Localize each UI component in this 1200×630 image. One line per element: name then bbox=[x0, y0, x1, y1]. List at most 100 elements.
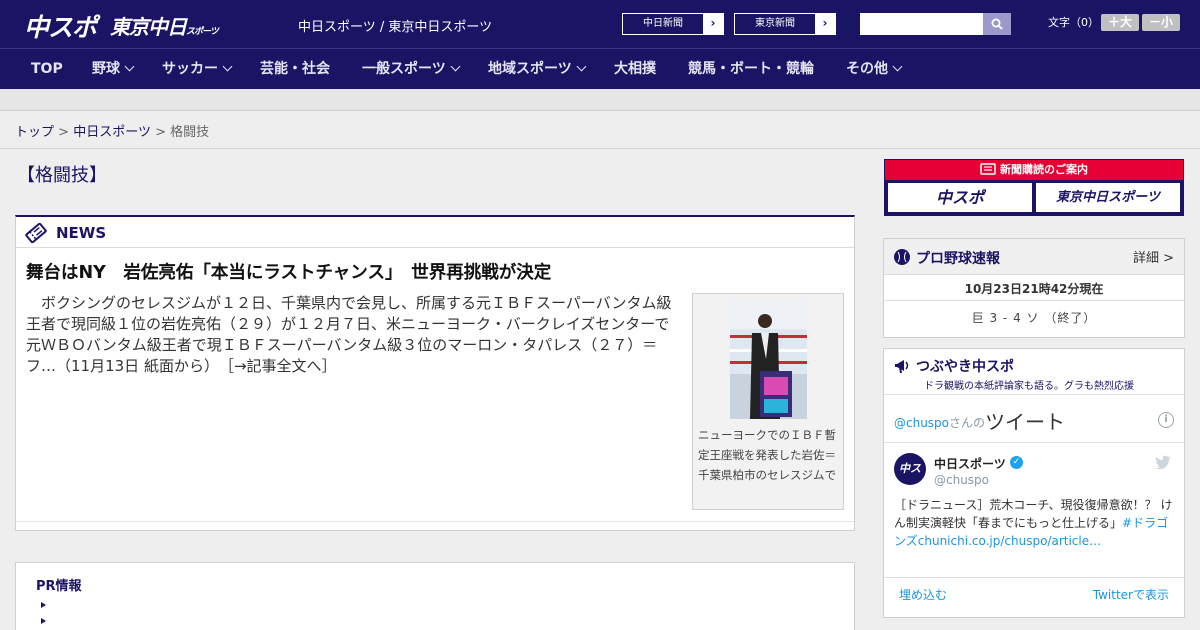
news-section: NEWS 舞台はNY 岩佐亮佑「本当にラストチャンス」 世界再挑戦が決定 ボクシ… bbox=[15, 215, 855, 531]
divider bbox=[884, 394, 1184, 395]
nav-label: 野球 bbox=[92, 61, 120, 77]
bullet-icon bbox=[41, 618, 46, 624]
twitter-account-user[interactable]: @chuspo bbox=[934, 473, 989, 487]
baseball-scores-box: プロ野球速報 詳細 > 10月23日21時42分現在 巨 3 - 4 ソ （終了… bbox=[883, 238, 1185, 338]
twitter-embed-link[interactable]: 埋め込む bbox=[899, 586, 947, 603]
nav-item-racing[interactable]: 競馬・ボート・競輪 bbox=[688, 49, 814, 89]
nav-label: 芸能・社会 bbox=[260, 61, 330, 77]
nav-item-other[interactable]: その他 bbox=[846, 49, 903, 89]
divider bbox=[0, 148, 1200, 149]
chevron-right-icon: › bbox=[815, 14, 835, 34]
nav-item-top[interactable]: TOP bbox=[31, 49, 63, 89]
tokyo-shimbun-label: 東京新聞 bbox=[755, 18, 795, 29]
divider bbox=[884, 577, 1184, 578]
sub-nav-bar bbox=[0, 89, 1200, 111]
nav-label: 大相撲 bbox=[614, 61, 656, 77]
twitter-box: つぶやき中スポ ドラ観戦の本紙評論家も語る。グラも熱烈応援 @chuspoさんの… bbox=[883, 348, 1185, 618]
chevron-down-icon bbox=[892, 61, 903, 72]
newspaper-icon bbox=[980, 163, 996, 175]
megaphone-icon bbox=[895, 360, 909, 373]
pr-title: PR情報 bbox=[36, 579, 82, 594]
nav-item-sumo[interactable]: 大相撲 bbox=[614, 49, 656, 89]
nav-label: 競馬・ボート・競輪 bbox=[688, 61, 814, 77]
avatar[interactable]: 中スポ bbox=[894, 453, 926, 507]
article-photo-box: ニューヨークでのＩＢＦ暫定王座戦を発表した岩佐＝千葉県柏市のセレスジムで bbox=[692, 293, 844, 510]
tweet-article-link[interactable]: chunichi.co.jp/chuspo/article… bbox=[918, 534, 1101, 548]
subscription-label: 新聞購読のご案内 bbox=[885, 160, 1183, 180]
bullet-icon bbox=[41, 602, 46, 608]
chevron-down-icon bbox=[222, 61, 233, 72]
tokyo-shimbun-link[interactable]: 東京新聞 › bbox=[734, 13, 836, 35]
nav-label: サッカー bbox=[162, 61, 218, 77]
breadcrumb-top[interactable]: トップ bbox=[15, 125, 54, 140]
twitter-view-link[interactable]: Twitterで表示 bbox=[1093, 586, 1169, 603]
baseball-timestamp: 10月23日21時42分現在 bbox=[964, 282, 1104, 296]
nav-item-baseball[interactable]: 野球 bbox=[92, 49, 135, 89]
nav-label: 地域スポーツ bbox=[488, 61, 572, 77]
breadcrumb-separator: > bbox=[155, 125, 166, 140]
twitter-handle-link[interactable]: @chuspo bbox=[894, 416, 949, 430]
breadcrumb-separator: > bbox=[58, 125, 70, 140]
chunichi-shimbun-link[interactable]: 中日新聞 › bbox=[622, 13, 724, 35]
search-icon bbox=[991, 18, 1003, 30]
tokyo-logo-main: 東京中日 bbox=[110, 15, 187, 39]
subscription-banner[interactable]: 新聞購読のご案内 中スポ 東京中日スポーツ bbox=[884, 159, 1184, 216]
site-header: 中スポ 東京中日スポーツ 中日スポーツ / 東京中日スポーツ 中日新聞 › 東京… bbox=[0, 0, 1200, 48]
article-headline[interactable]: 舞台はNY 岩佐亮佑「本当にラストチャンス」 世界再挑戦が決定 bbox=[26, 259, 551, 284]
nav-label: その他 bbox=[846, 61, 888, 77]
tokyo-chunichi-logo[interactable]: 東京中日スポーツ bbox=[110, 11, 219, 40]
chevron-down-icon bbox=[450, 61, 461, 72]
nav-item-general-sports[interactable]: 一般スポーツ bbox=[362, 49, 461, 89]
ticket-icon bbox=[25, 223, 47, 243]
boxer-photo-illustration bbox=[730, 299, 807, 419]
font-size-label: 文字（0） bbox=[1048, 16, 1099, 29]
news-section-title: NEWS bbox=[56, 224, 107, 242]
nav-item-entertainment[interactable]: 芸能・社会 bbox=[260, 49, 330, 89]
divider bbox=[884, 442, 1184, 443]
breadcrumb: トップ > 中日スポーツ > 格闘技 bbox=[15, 121, 209, 140]
tweet-text[interactable]: ［ドラニュース］荒木コーチ、現役復帰意欲！？ けん制実演軽快「春までにもっと仕上… bbox=[894, 496, 1176, 550]
chunichi-shimbun-label: 中日新聞 bbox=[643, 18, 683, 29]
article-photo[interactable] bbox=[730, 299, 807, 419]
divider bbox=[16, 521, 854, 522]
site-names: 中日スポーツ / 東京中日スポーツ bbox=[298, 20, 493, 35]
nav-item-local-sports[interactable]: 地域スポーツ bbox=[488, 49, 587, 89]
baseball-header: プロ野球速報 詳細 > bbox=[884, 239, 1184, 275]
verified-badge-icon: ✓ bbox=[1010, 456, 1023, 469]
twitter-handle-suffix: さんの bbox=[949, 416, 986, 430]
pr-section: PR情報 bbox=[15, 562, 855, 630]
twitter-account-name[interactable]: 中日スポーツ bbox=[934, 455, 1006, 472]
breadcrumb-chunichi-sports[interactable]: 中日スポーツ bbox=[73, 125, 151, 140]
twitter-timeline-handle[interactable]: @chuspoさんの bbox=[894, 414, 985, 431]
nav-item-soccer[interactable]: サッカー bbox=[162, 49, 233, 89]
chevron-down-icon bbox=[576, 61, 587, 72]
nav-label: TOP bbox=[31, 61, 63, 77]
chusupo-logo[interactable]: 中スポ bbox=[24, 8, 97, 44]
subscription-text: 新聞購読のご案内 bbox=[1000, 163, 1088, 176]
tokyo-logo-small: スポーツ bbox=[186, 27, 219, 37]
search-button[interactable] bbox=[983, 13, 1011, 35]
info-icon[interactable]: i bbox=[1158, 412, 1174, 428]
twitter-tweets-label: ツイート bbox=[985, 410, 1065, 434]
news-header: NEWS bbox=[16, 217, 854, 248]
baseball-detail-link[interactable]: 詳細 > bbox=[1133, 247, 1174, 266]
tokyo-chunichi-subscribe-tile[interactable]: 東京中日スポーツ bbox=[1036, 183, 1180, 212]
article-summary[interactable]: ボクシングのセレスジムが１２日、千葉県内で会見し、所属する元ＩＢＦスーパーバンタ… bbox=[26, 293, 684, 377]
chusupo-subscribe-tile[interactable]: 中スポ bbox=[888, 183, 1032, 212]
baseball-icon bbox=[894, 249, 910, 265]
photo-caption: ニューヨークでのＩＢＦ暫定王座戦を発表した岩佐＝千葉県柏市のセレスジムで bbox=[698, 428, 836, 482]
search-input[interactable] bbox=[860, 13, 983, 35]
twitter-bird-icon[interactable] bbox=[1155, 455, 1172, 469]
page-title: 【格闘技】 bbox=[17, 165, 107, 186]
font-decrease-button[interactable]: －小 bbox=[1142, 14, 1180, 31]
baseball-title: プロ野球速報 bbox=[916, 251, 1000, 267]
twitter-title: つぶやき中スポ bbox=[916, 359, 1014, 375]
breadcrumb-current: 格闘技 bbox=[170, 125, 210, 140]
divider bbox=[884, 300, 1184, 301]
nav-label: 一般スポーツ bbox=[362, 61, 446, 77]
main-nav: TOP 野球 サッカー 芸能・社会 一般スポーツ 地域スポーツ 大相撲 競馬・ボ… bbox=[0, 48, 1200, 89]
font-increase-button[interactable]: ＋大 bbox=[1101, 14, 1139, 31]
baseball-score[interactable]: 巨 3 - 4 ソ （終了） bbox=[884, 309, 1184, 326]
chevron-right-icon: › bbox=[703, 14, 723, 34]
chevron-down-icon bbox=[124, 61, 135, 72]
